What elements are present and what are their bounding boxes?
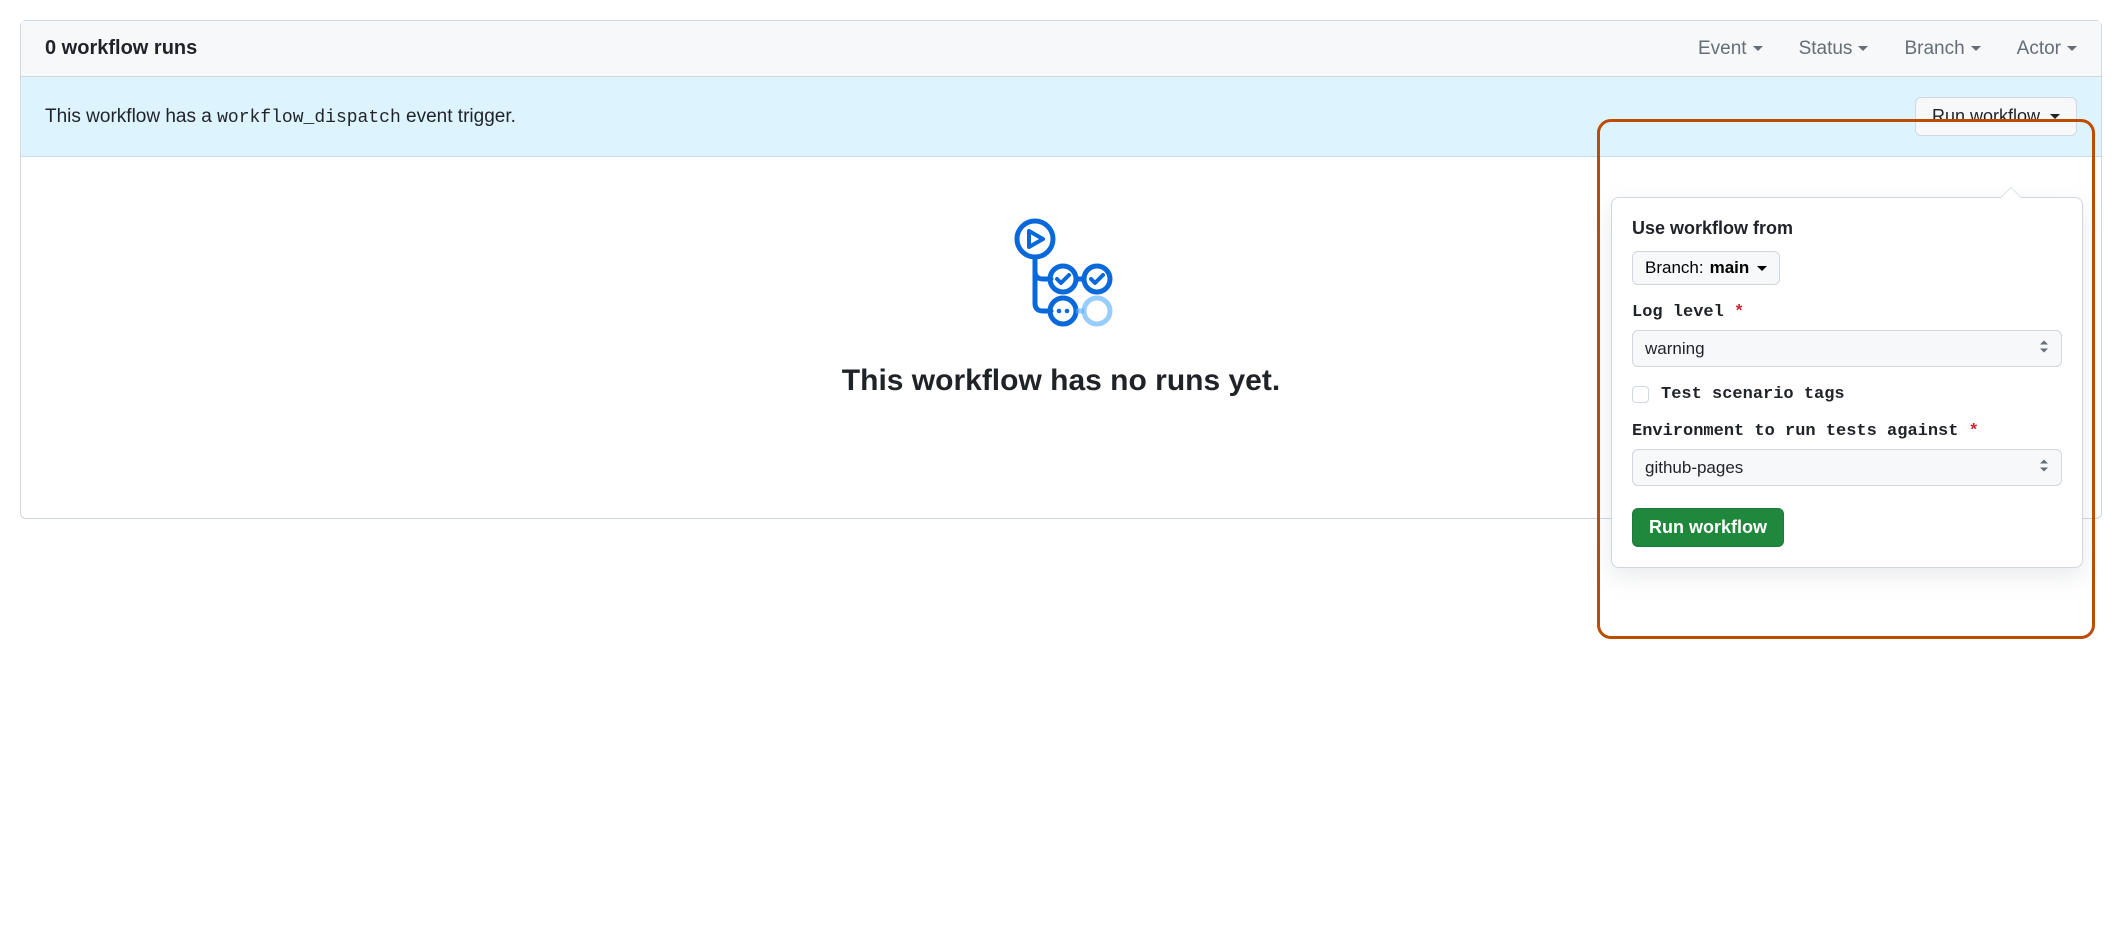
caret-down-icon (1858, 46, 1868, 51)
caret-down-icon (1753, 46, 1763, 51)
test-tags-checkbox[interactable] (1632, 386, 1649, 403)
run-workflow-popover-wrap: Use workflow from Branch: main Log level… (1611, 197, 2083, 568)
test-tags-label: Test scenario tags (1661, 385, 1845, 404)
environment-label: Environment to run tests against * (1632, 422, 2062, 441)
runs-count-label: 0 workflow runs (45, 37, 197, 60)
filter-event[interactable]: Event (1698, 38, 1763, 60)
workflow-graphic-icon (1001, 217, 1121, 334)
banner-text-suffix: event trigger. (401, 106, 516, 127)
branch-value: main (1710, 258, 1750, 278)
run-workflow-dropdown-label: Run workflow (1932, 106, 2040, 127)
branch-prefix-label: Branch: (1645, 258, 1704, 278)
required-asterisk: * (1969, 422, 1979, 441)
test-tags-row: Test scenario tags (1632, 385, 2062, 404)
required-asterisk: * (1734, 303, 1744, 322)
log-level-select[interactable]: warning (1632, 330, 2062, 367)
log-level-group: Log level * warning (1632, 303, 2062, 367)
run-workflow-submit-button[interactable]: Run workflow (1632, 508, 1784, 547)
runs-header: 0 workflow runs Event Status Branch Acto… (21, 21, 2101, 77)
banner-text: This workflow has a workflow_dispatch ev… (45, 106, 516, 128)
filter-bar: Event Status Branch Actor (1698, 38, 2077, 60)
caret-down-icon (1757, 266, 1767, 271)
environment-select[interactable]: github-pages (1632, 449, 2062, 486)
filter-status-label: Status (1799, 38, 1853, 60)
filter-branch-label: Branch (1904, 38, 1964, 60)
log-level-select-wrap: warning (1632, 330, 2062, 367)
environment-select-wrap: github-pages (1632, 449, 2062, 486)
filter-actor-label: Actor (2017, 38, 2061, 60)
dispatch-banner: This workflow has a workflow_dispatch ev… (21, 77, 2101, 157)
branch-select-button[interactable]: Branch: main (1632, 251, 1780, 285)
caret-down-icon (2050, 114, 2060, 119)
filter-status[interactable]: Status (1799, 38, 1869, 60)
environment-group: Environment to run tests against * githu… (1632, 422, 2062, 486)
caret-down-icon (2067, 46, 2077, 51)
environment-label-text: Environment to run tests against (1632, 422, 1958, 441)
banner-text-prefix: This workflow has a (45, 106, 217, 127)
run-workflow-popover: Use workflow from Branch: main Log level… (1611, 197, 2083, 568)
log-level-label: Log level * (1632, 303, 2062, 322)
run-workflow-dropdown-button[interactable]: Run workflow (1915, 97, 2077, 136)
log-level-label-text: Log level (1632, 303, 1724, 322)
run-workflow-submit-label: Run workflow (1649, 517, 1767, 538)
use-workflow-from-label: Use workflow from (1632, 218, 2062, 239)
submit-row: Run workflow (1632, 508, 2062, 547)
filter-branch[interactable]: Branch (1904, 38, 1980, 60)
banner-text-code: workflow_dispatch (217, 108, 401, 128)
filter-actor[interactable]: Actor (2017, 38, 2077, 60)
caret-down-icon (1971, 46, 1981, 51)
workflow-runs-container: 0 workflow runs Event Status Branch Acto… (20, 20, 2102, 519)
filter-event-label: Event (1698, 38, 1747, 60)
